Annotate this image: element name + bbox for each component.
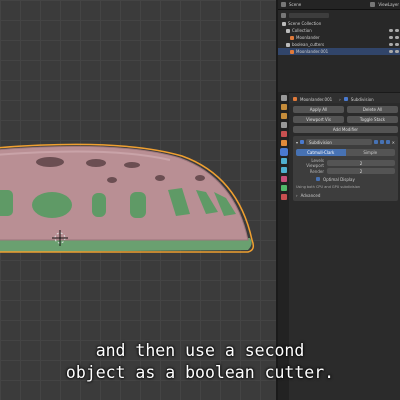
layer-icon [370,2,376,7]
physics-tab-icon[interactable] [280,167,287,173]
modifier-name-field[interactable]: Subdivision [306,139,372,145]
filter-icon[interactable] [281,13,286,18]
optimal-display-checkbox[interactable] [316,177,320,181]
outliner: Scene Collection Collection Moonlander b… [278,10,400,92]
subdivision-mode-toggle: Catmull-Clark Simple [296,149,395,156]
tool-tab-icon[interactable] [280,95,287,101]
hole [155,175,165,181]
visibility-toggle-icon[interactable] [389,50,400,53]
wrench-icon [343,97,348,101]
object-tab-icon[interactable] [280,140,287,146]
optimal-display-row: Optimal Display [296,175,395,183]
apply-all-button[interactable]: Apply All [293,105,344,113]
hole [124,162,140,168]
outliner-row-label: Collection [292,28,312,33]
outliner-row[interactable]: Scene Collection [278,20,400,27]
window-hole [0,190,13,216]
subtitle-line: object as a boolean cutter. [65,363,335,382]
visibility-toggle-icon[interactable] [389,36,400,39]
outliner-row-label: Scene Collection [288,21,322,26]
outliner-row[interactable]: boolean_cutters [278,41,400,48]
mesh-icon [293,97,297,101]
hole [36,157,64,167]
outliner-search-input[interactable] [289,13,329,18]
mesh-icon [290,49,294,54]
hole [86,159,106,167]
render-toggle-icon[interactable] [385,140,390,144]
world-tab-icon[interactable] [280,131,287,137]
outliner-row-label: Moonlander.001 [296,49,329,54]
scene-icon [281,2,286,7]
advanced-label: Advanced [300,192,321,198]
hole [195,175,205,181]
mesh-icon [290,35,294,40]
outliner-row[interactable]: Moonlander [278,34,400,41]
video-subtitle: and then use a second object as a boolea… [0,340,400,384]
gpu-note-row: Using both CPU and GPU subdivision [296,183,395,191]
chevron-down-icon[interactable]: ▾ [296,140,298,145]
modifier-toolbar-row: Viewport Vis Toggle Stack [293,115,398,123]
levels-viewport-label: Levels Viewport [306,158,324,168]
scene-tab[interactable]: Scene [289,2,301,7]
visibility-toggle-icon[interactable] [389,43,400,46]
window-hole [32,192,72,218]
render-levels-row: Render 2 [296,167,395,175]
modifier-toolbar-row: Apply All Delete All [293,105,398,113]
render-label: Render [309,168,324,174]
outliner-row-selected[interactable]: Moonlander.001 [278,48,400,55]
window-hole [130,192,146,218]
data-tab-icon[interactable] [280,185,287,191]
chevron-right-icon[interactable]: › [296,193,298,198]
levels-viewport-row: Levels Viewport 2 [296,158,395,168]
viewport-toggle-icon[interactable] [379,140,384,144]
subdivision-icon [300,140,305,144]
subdivision-modifier-panel: ▾ Subdivision ✕ Catmull-Clark Simple Lev… [293,136,398,201]
collection-icon [282,21,286,26]
visibility-toggle-icon[interactable] [389,29,400,32]
add-modifier-row: Add Modifier [293,125,398,133]
advanced-row[interactable]: › Advanced [296,191,395,199]
particles-tab-icon[interactable] [280,158,287,164]
render-levels-field[interactable]: 2 [327,168,395,174]
collection-icon [286,28,290,33]
breadcrumb-separator: › [339,96,341,102]
panel-name: Subdivision [350,96,374,102]
modifier-tab-icon[interactable] [280,149,287,155]
object-name: Moonlander.001 [300,96,333,102]
window-hole [92,193,106,217]
viewport-vis-button[interactable]: Viewport Vis [293,115,344,123]
collection-icon [286,42,290,47]
hole [107,177,117,183]
outliner-toolbar [278,11,400,20]
close-icon[interactable]: ✕ [392,140,395,145]
gpu-note: Using both CPU and GPU subdivision [296,185,361,189]
outliner-row[interactable]: Collection [278,27,400,34]
subtitle-line: and then use a second [95,341,305,360]
render-tab-icon[interactable] [280,104,287,110]
outliner-row-label: boolean_cutters [292,42,325,47]
optimal-display-label: Optimal Display [323,176,355,182]
scene-tab-icon[interactable] [280,122,287,128]
modifier-header: ▾ Subdivision ✕ [296,138,395,146]
add-modifier-button[interactable]: Add Modifier [293,125,398,133]
output-tab-icon[interactable] [280,113,287,119]
constraints-tab-icon[interactable] [280,176,287,182]
delete-all-button[interactable]: Delete All [347,105,398,113]
outliner-header: Scene ViewLayer [278,0,400,10]
editmode-toggle-icon[interactable] [373,140,378,144]
object-breadcrumb: Moonlander.001 › Subdivision [293,95,398,103]
outliner-row-label: Moonlander [296,35,320,40]
view-layer-tab[interactable]: ViewLayer [378,2,399,7]
toggle-stack-button[interactable]: Toggle Stack [347,115,398,123]
material-tab-icon[interactable] [280,194,287,200]
catmull-clark-option[interactable]: Catmull-Clark [296,149,346,156]
levels-viewport-field[interactable]: 2 [327,160,395,166]
simple-option[interactable]: Simple [345,149,395,156]
